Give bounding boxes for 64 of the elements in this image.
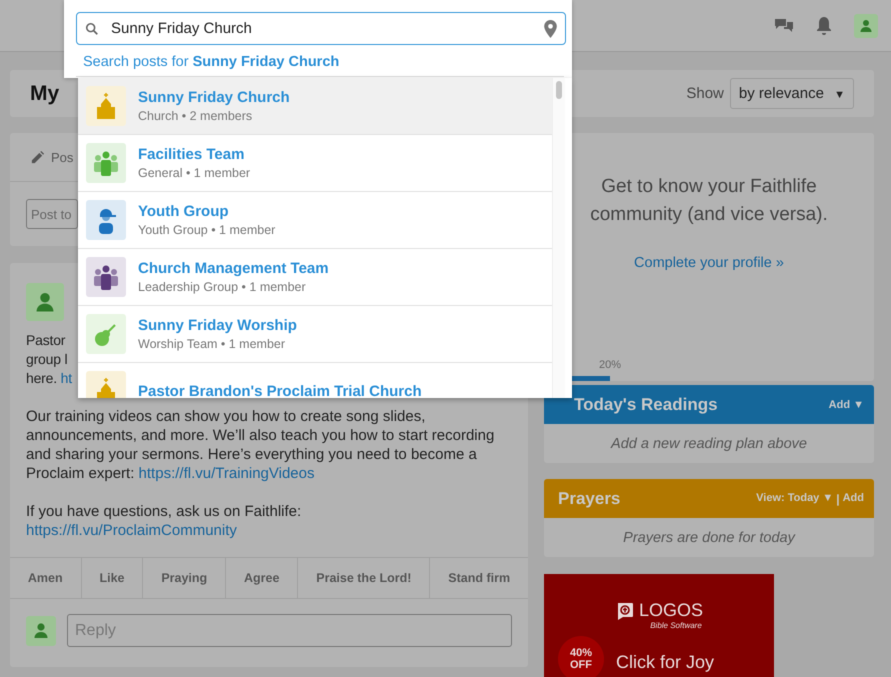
widget-title: Prayers (558, 488, 620, 508)
reaction-button[interactable]: Amen (10, 558, 82, 598)
result-name: Youth Group (138, 203, 230, 220)
search-input[interactable]: Sunny Friday Church (109, 19, 544, 38)
ad-headline: Click for Joy (616, 652, 714, 673)
profile-prompt: Get to know your Faithlife community (and vice versa). (589, 175, 829, 227)
post-link[interactable]: https://fl.vu/TrainingVideos (138, 465, 314, 482)
sort-dropdown[interactable]: by relevance ▼ (730, 78, 854, 109)
complete-profile-link[interactable]: Complete your profile » (634, 255, 784, 271)
post-paragraph: If you have questions, ask us on Faithlife: https://fl.vu/ProclaimCommunity (26, 502, 302, 540)
scrollbar[interactable] (552, 78, 565, 398)
result-meta: Church • 2 members (138, 109, 254, 123)
result-meta: Worship Team • 1 member (138, 337, 286, 351)
show-label: Show (686, 85, 724, 102)
result-name: Sunny Friday Worship (138, 317, 297, 334)
reaction-button[interactable]: Agree (226, 558, 298, 598)
search-result[interactable]: Church Management Team Leadership Group • 1 member (78, 249, 552, 306)
search-posts-link[interactable]: Search posts for Sunny Friday Church (76, 48, 564, 77)
result-name: Church Management Team (138, 260, 329, 277)
widget-title: Today's Readings (573, 394, 718, 414)
avatar-icon (26, 616, 56, 646)
add-link[interactable]: Add ▼ (828, 398, 864, 410)
reply-input[interactable]: Reply (67, 614, 512, 647)
post-tab[interactable]: Pos (51, 150, 74, 164)
post-link[interactable]: ht (60, 370, 72, 386)
ad-banner[interactable]: LOGOS Bible Software 40% OFF Click for Joy (544, 574, 774, 677)
search-result[interactable]: Facilities Team General • 1 member (78, 135, 552, 192)
avatar-icon[interactable] (854, 14, 878, 38)
post-text: Pastor (26, 331, 66, 350)
search-result[interactable]: Sunny Friday Church Church • 2 members (78, 78, 552, 135)
search-icon (85, 22, 99, 36)
ad-tagline: Bible Software (650, 621, 702, 630)
result-name: Sunny Friday Church (138, 89, 290, 106)
result-name: Facilities Team (138, 146, 246, 163)
pencil-icon (30, 150, 45, 164)
post-paragraph: Our training videos can show you how to create song slides, announcements, and more. We’ll also teach you how to start recording and sharing your sermons. Here’s everything you need to become a Proclaim expert: https://fl.vu/TrainingVideos (26, 407, 496, 483)
reaction-button[interactable]: Like (82, 558, 144, 598)
view-dropdown[interactable]: View: Today ▼ (756, 492, 834, 506)
bell-icon[interactable] (814, 16, 834, 36)
search-result[interactable]: Youth Group Youth Group • 1 member (78, 192, 552, 249)
search-field[interactable]: Sunny Friday Church (76, 12, 566, 45)
post-text: here. (26, 370, 57, 386)
result-meta: Leadership Group • 1 member (138, 280, 307, 294)
add-link[interactable]: Add (842, 492, 864, 506)
reaction-button[interactable]: Stand firm (430, 558, 528, 598)
search-result[interactable]: Sunny Friday Worship Worship Team • 1 member (78, 306, 552, 363)
location-pin-icon[interactable] (544, 20, 557, 38)
post-input[interactable]: Post to (26, 199, 78, 229)
result-meta: General • 1 member (138, 166, 250, 180)
ad-brand: LOGOS (638, 600, 704, 621)
reaction-button[interactable]: Praying (143, 558, 226, 598)
separator: | (836, 492, 840, 506)
page-title: My (30, 82, 60, 106)
post-link[interactable]: https://fl.vu/ProclaimCommunity (26, 522, 237, 539)
result-meta: Youth Group • 1 member (138, 223, 276, 237)
discount-badge: 40% OFF (558, 636, 604, 677)
reaction-button[interactable]: Praise the Lord! (298, 558, 430, 598)
progress-label: 20% (598, 359, 622, 371)
empty-message: Prayers are done for today (623, 530, 795, 546)
result-name: Pastor Brandon's Proclaim Trial Church (138, 382, 422, 398)
avatar-icon (26, 283, 64, 321)
search-result[interactable]: Pastor Brandon's Proclaim Trial Church (78, 363, 552, 398)
post-text: group l (26, 350, 68, 369)
empty-message: Add a new reading plan above (611, 436, 807, 452)
